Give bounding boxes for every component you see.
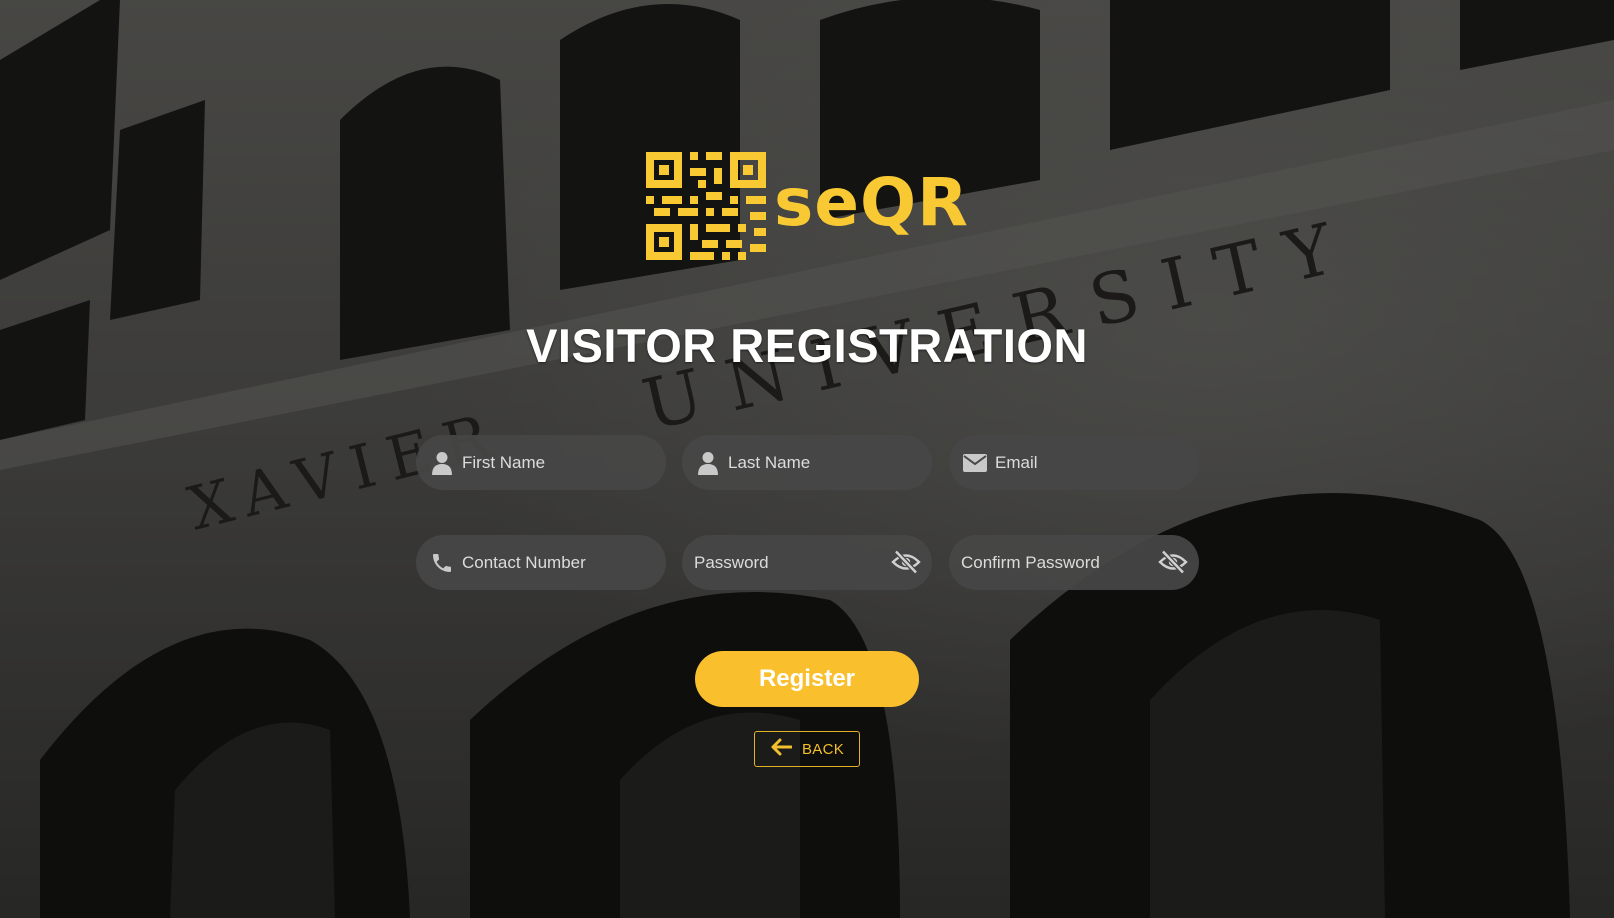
- user-icon: [430, 451, 454, 475]
- contact-number-input[interactable]: [462, 535, 652, 590]
- eye-slash-icon[interactable]: [1157, 548, 1189, 576]
- email-field[interactable]: [949, 435, 1199, 490]
- first-name-field[interactable]: [416, 435, 666, 490]
- brand-logo: seQR: [646, 152, 969, 260]
- password-field[interactable]: [682, 535, 932, 590]
- envelope-icon: [963, 451, 987, 475]
- first-name-input[interactable]: [462, 435, 652, 490]
- arrow-left-icon: [770, 738, 793, 761]
- last-name-input[interactable]: [728, 435, 918, 490]
- password-input[interactable]: [694, 535, 874, 590]
- qr-code-icon: [646, 152, 766, 260]
- contact-number-field[interactable]: [416, 535, 666, 590]
- user-icon: [696, 451, 720, 475]
- page-title: VISITOR REGISTRATION: [526, 319, 1088, 372]
- back-button[interactable]: BACK: [754, 731, 860, 767]
- register-button[interactable]: Register: [695, 651, 919, 707]
- email-input[interactable]: [995, 435, 1185, 490]
- confirm-password-input[interactable]: [961, 535, 1141, 590]
- phone-icon: [430, 551, 454, 575]
- registration-page: XAVIER UNIVERSITY seQR VISITOR REGISTRAT…: [0, 0, 1614, 918]
- last-name-field[interactable]: [682, 435, 932, 490]
- eye-slash-icon[interactable]: [890, 548, 922, 576]
- confirm-password-field[interactable]: [949, 535, 1199, 590]
- brand-name: seQR: [774, 164, 969, 241]
- back-label: BACK: [801, 740, 845, 758]
